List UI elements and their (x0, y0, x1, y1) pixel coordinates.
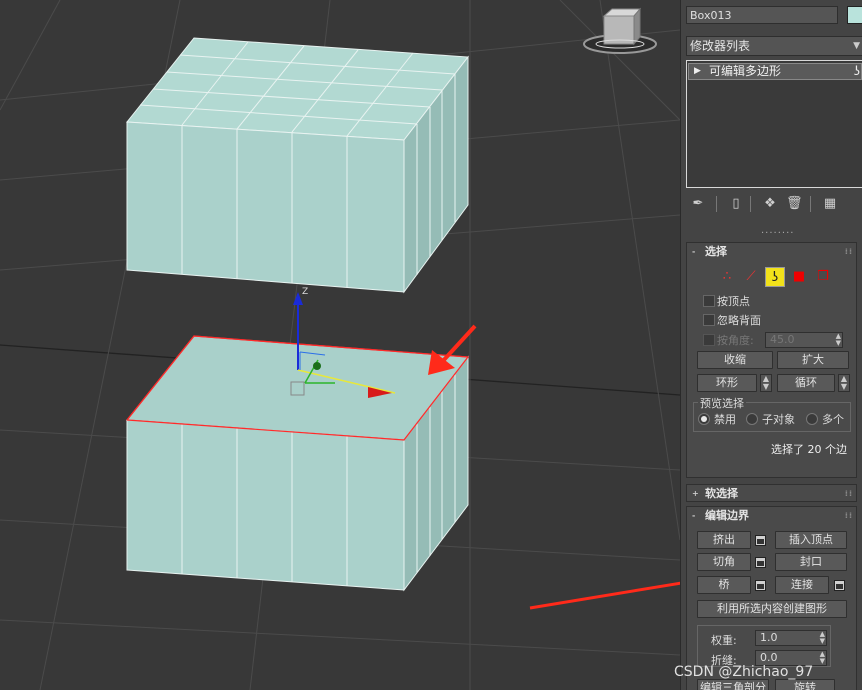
viewport-canvas[interactable]: Z (0, 0, 680, 690)
object-name-field[interactable]: Box013 (686, 6, 838, 24)
modifier-list-dropdown[interactable]: 修改器列表 ▼ (686, 36, 862, 56)
toolbar-separator (810, 196, 811, 212)
preview-disabled-label: 禁用 (714, 413, 736, 426)
angle-spinner[interactable]: 45.0 ▲ ▼ (765, 332, 843, 348)
watermark-text: CSDN @Zhichao_97 (674, 664, 814, 680)
crease-value: 0.0 (760, 651, 778, 664)
chamfer-button[interactable]: 切角 (697, 553, 751, 571)
loop-spinner-icon[interactable]: ▲ ▼ (838, 374, 850, 392)
weight-spinner[interactable]: 1.0 ▲ ▼ (755, 630, 827, 646)
preview-subobject-radio[interactable] (746, 413, 758, 425)
by-angle-checkbox[interactable] (703, 334, 715, 346)
element-icon[interactable]: ❒ (813, 267, 833, 287)
top-box[interactable] (126, 37, 469, 294)
create-shape-button[interactable]: 利用所选内容创建图形 (697, 600, 847, 618)
preview-multi-label: 多个 (822, 413, 844, 426)
edit-borders-title: 编辑边界 (705, 509, 749, 522)
edit-borders-rollout: - 编辑边界 ⁞⁞ 挤出 插入顶点 切角 封口 桥 连接 利用所选内容创建图形 … (686, 506, 857, 690)
chevron-down-icon: ▼ (853, 41, 860, 51)
weight-value: 1.0 (760, 631, 778, 644)
stack-item-label: 可编辑多边形 (709, 64, 782, 78)
by-vertex-label: 按顶点 (717, 295, 750, 308)
shrink-button[interactable]: 收缩 (697, 351, 773, 369)
soft-selection-rollout[interactable]: + 软选择 ⁞⁞ (686, 484, 857, 502)
extrude-settings-icon[interactable] (755, 535, 766, 546)
gizmo-z-label: Z (302, 287, 308, 297)
subobject-icons: ∴ ⟋ ʖ ■ ❒ (717, 267, 837, 289)
toolbar-separator (716, 196, 717, 212)
selection-rollout: - 选择 ⁞⁞ ∴ ⟋ ʖ ■ ❒ 按顶点 忽略背面 按角度: 45.0 ▲ ▼ … (686, 242, 857, 478)
bottom-box[interactable] (125, 335, 470, 592)
chamfer-settings-icon[interactable] (755, 557, 766, 568)
collapse-sign: - (692, 511, 696, 520)
soft-selection-header[interactable]: + 软选择 ⁞⁞ (687, 485, 856, 503)
command-panel-modify: Box013 修改器列表 ▼ ▶ 可编辑多边形 ʖ ✒ ▯ ❖ 🗑 ▦ ····… (680, 0, 862, 690)
edit-borders-header[interactable]: - 编辑边界 ⁞⁞ (687, 507, 856, 525)
extrude-button[interactable]: 挤出 (697, 531, 751, 549)
stack-item-editable-poly[interactable]: ▶ 可编辑多边形 ʖ (688, 63, 862, 80)
preview-multi-radio[interactable] (806, 413, 818, 425)
expand-triangle-icon[interactable]: ▶ (694, 64, 701, 79)
ignore-backfacing-label: 忽略背面 (717, 314, 761, 327)
spinner-arrows-icon[interactable]: ▲ ▼ (820, 651, 825, 665)
selection-status-text: 选择了 20 个边 (771, 443, 847, 456)
border-subobject-icon: ʖ (853, 64, 860, 78)
viewcube-icon[interactable] (583, 7, 657, 54)
weight-label: 权重: (711, 634, 737, 647)
collapse-sign: - (692, 247, 696, 256)
edge-icon[interactable]: ⟋ (741, 267, 761, 287)
annotation-arrow-bottom (529, 581, 680, 610)
preview-subobject-label: 子对象 (762, 413, 795, 426)
soft-selection-title: 软选择 (705, 487, 738, 500)
panel-divider: ········ (761, 228, 795, 239)
expand-sign: + (692, 489, 699, 498)
bridge-settings-icon[interactable] (755, 580, 766, 591)
rollout-grip-icon: ⁞⁞ (844, 247, 853, 256)
spinner-arrows-icon[interactable]: ▲ ▼ (836, 333, 841, 347)
bridge-button[interactable]: 桥 (697, 576, 751, 594)
connect-settings-icon[interactable] (834, 580, 845, 591)
perspective-viewport[interactable]: Z (0, 0, 680, 690)
make-unique-icon[interactable]: ❖ (762, 196, 778, 212)
modifier-list-label: 修改器列表 (690, 39, 751, 53)
pin-stack-icon[interactable]: ✒ (690, 196, 706, 212)
ring-button[interactable]: 环形 (697, 374, 757, 392)
turn-button[interactable]: 旋转 (775, 679, 835, 690)
connect-button[interactable]: 连接 (775, 576, 829, 594)
cap-button[interactable]: 封口 (775, 553, 847, 571)
configure-modifier-sets-icon[interactable]: ▦ (822, 196, 838, 212)
preview-disabled-radio[interactable] (698, 413, 710, 425)
remove-modifier-icon[interactable]: 🗑 (786, 196, 803, 212)
insert-vertex-button[interactable]: 插入顶点 (775, 531, 847, 549)
preview-selection-group: 预览选择 禁用 子对象 多个 (693, 395, 851, 432)
object-color-swatch[interactable] (847, 6, 862, 24)
preview-selection-label: 预览选择 (698, 395, 746, 411)
ignore-backfacing-checkbox[interactable] (703, 314, 715, 326)
edit-triangulation-button[interactable]: 编辑三角剖分 (697, 679, 769, 690)
ring-spinner-icon[interactable]: ▲ ▼ (760, 374, 772, 392)
selection-rollout-header[interactable]: - 选择 ⁞⁞ (687, 243, 856, 261)
rollout-grip-icon: ⁞⁞ (844, 489, 853, 498)
polygon-icon[interactable]: ■ (789, 267, 809, 287)
selection-rollout-title: 选择 (705, 245, 727, 258)
border-icon[interactable]: ʖ (765, 267, 785, 287)
show-end-result-icon[interactable]: ▯ (728, 196, 744, 212)
vertex-icon[interactable]: ∴ (717, 267, 737, 287)
spinner-arrows-icon[interactable]: ▲ ▼ (820, 631, 825, 645)
loop-button[interactable]: 循环 (777, 374, 835, 392)
by-vertex-checkbox[interactable] (703, 295, 715, 307)
toolbar-separator (750, 196, 751, 212)
modifier-stack[interactable]: ▶ 可编辑多边形 ʖ (686, 60, 862, 188)
stack-toolbar: ✒ ▯ ❖ 🗑 ▦ (686, 192, 862, 218)
rollout-grip-icon: ⁞⁞ (844, 511, 853, 520)
angle-value: 45.0 (770, 333, 795, 346)
by-angle-label: 按角度: (717, 334, 754, 347)
grow-button[interactable]: 扩大 (777, 351, 849, 369)
